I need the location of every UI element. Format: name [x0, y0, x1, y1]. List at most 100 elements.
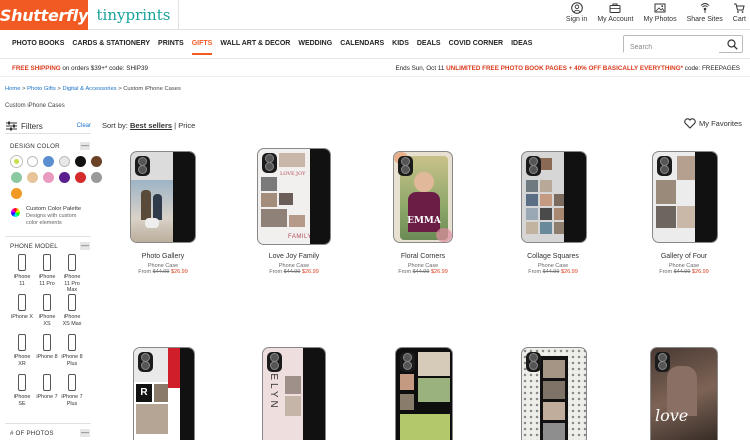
phone-model-option[interactable]: iPhone 7 Plus — [61, 374, 83, 407]
search-input[interactable] — [624, 39, 719, 56]
collage-square — [526, 208, 538, 220]
phone-model-option[interactable]: iPhone XR — [11, 334, 33, 367]
phone-model-collapse-toggle[interactable]: — — [80, 242, 90, 250]
nav-item-cards-stationery[interactable]: CARDS & STATIONERY — [72, 40, 150, 55]
collage-photo — [136, 404, 168, 434]
photo-book-promo[interactable]: Ends Sun, Oct 11 UNLIMITED FREE PHOTO BO… — [395, 65, 740, 72]
sort-best-sellers[interactable]: Best sellers — [130, 121, 172, 130]
share-icon — [700, 3, 709, 13]
nav-item-gifts[interactable]: GIFTS — [191, 40, 213, 55]
color-swatch[interactable] — [91, 156, 102, 167]
product-image[interactable] — [521, 347, 587, 440]
promo-bar: FREE SHIPPING on orders $39+* code: SHIP… — [0, 59, 750, 77]
phone-model-option[interactable]: iPhone 8 Plus — [61, 334, 83, 367]
breadcrumb-digital-accessories[interactable]: Digital & Accessories — [62, 86, 116, 92]
phone-model-option[interactable]: iPhone SE — [11, 374, 33, 407]
phone-model-option[interactable]: iPhone 8 — [36, 334, 58, 361]
filmstrip-photo — [418, 352, 450, 376]
phone-model-label: iPhone 11 Pro Max — [63, 274, 81, 293]
cart-icon — [734, 3, 746, 13]
page-title: Custom iPhone Cases — [5, 103, 65, 109]
sale-price: $26.99 — [430, 269, 448, 275]
product-name[interactable]: Floral Corners — [373, 253, 473, 260]
product-image[interactable] — [652, 151, 718, 243]
collage-square — [540, 194, 552, 206]
nav-item-ideas[interactable]: IDEAS — [511, 40, 532, 55]
phone-model-label: iPhone XR — [13, 354, 31, 367]
filmstrip-photo — [543, 423, 565, 440]
color-swatch[interactable] — [75, 156, 86, 167]
portrait-photo — [408, 192, 440, 232]
color-swatch[interactable] — [75, 172, 86, 183]
price-prefix: From — [269, 269, 283, 275]
product-image[interactable]: EVELYN — [262, 347, 326, 440]
my-favorites-link[interactable]: My Favorites — [684, 118, 742, 129]
cart-link[interactable]: Cart — [733, 2, 746, 23]
nav-item-wedding[interactable]: WEDDING — [298, 40, 332, 55]
my-photos-link[interactable]: My Photos — [644, 2, 677, 23]
product-price: From $44.99 $26.99 — [503, 269, 603, 275]
phone-model-option[interactable]: iPhone XS — [36, 294, 58, 327]
tinyprints-logo[interactable]: tinyprints — [89, 0, 179, 30]
product-name[interactable]: Love Joy Family — [244, 253, 344, 260]
search-icon[interactable] — [727, 39, 738, 50]
breadcrumb-photo-gifts[interactable]: Photo Gifts — [27, 86, 56, 92]
nav-items: PHOTO BOOKS CARDS & STATIONERY PRINTS GIFTS… — [12, 40, 540, 55]
phone-model-option[interactable]: iPhone 11 Pro — [36, 254, 58, 287]
breadcrumb-home[interactable]: Home — [5, 86, 20, 92]
filmstrip-photo — [400, 394, 414, 410]
color-swatch[interactable] — [59, 156, 70, 167]
free-shipping-promo[interactable]: FREE SHIPPING on orders $39+* code: SHIP… — [12, 65, 148, 72]
camera-icon — [657, 156, 672, 176]
product-image[interactable] — [395, 347, 453, 440]
phone-model-option[interactable]: iPhone 7 — [36, 374, 58, 401]
phone-model-option[interactable]: iPhone 11 Pro Max — [61, 254, 83, 294]
color-swatch[interactable] — [27, 156, 38, 167]
case-text: LOVE — [280, 171, 295, 177]
color-swatch[interactable] — [43, 156, 54, 167]
sale-price: $26.99 — [560, 269, 578, 275]
shutterfly-logo[interactable]: Shutterfly — [0, 0, 88, 30]
heart-icon — [684, 118, 696, 129]
nav-item-calendars[interactable]: CALENDARS — [340, 40, 384, 55]
custom-palette-desc: Designs with custom color elements — [26, 213, 77, 226]
my-account-link[interactable]: My Account — [597, 2, 634, 23]
product-image[interactable]: R — [133, 347, 195, 440]
nav-item-covid-corner[interactable]: COVID CORNER — [449, 40, 503, 55]
product-image[interactable]: love — [650, 347, 718, 440]
number-of-photos-collapse-toggle[interactable]: — — [80, 429, 90, 437]
color-swatch[interactable] — [43, 172, 54, 183]
color-swatch[interactable] — [11, 156, 22, 167]
color-swatch[interactable] — [11, 172, 22, 183]
color-swatch[interactable] — [91, 172, 102, 183]
clear-filters-link[interactable]: Clear — [77, 123, 91, 129]
color-swatch[interactable] — [27, 172, 38, 183]
product-image[interactable]: LOVE JOY FAMILY — [257, 148, 331, 245]
main-nav: PHOTO BOOKS CARDS & STATIONERY PRINTS GIFTS… — [0, 31, 750, 59]
design-color-collapse-toggle[interactable]: — — [80, 142, 90, 150]
color-wheel-icon — [11, 208, 20, 217]
share-sites-link[interactable]: Share Sites — [687, 2, 723, 23]
nav-item-kids[interactable]: KIDS — [392, 40, 409, 55]
nav-item-deals[interactable]: DEALS — [417, 40, 441, 55]
product-image[interactable]: EMMA — [393, 151, 453, 243]
sign-in-link[interactable]: Sign in — [566, 2, 587, 23]
color-swatch[interactable] — [59, 172, 70, 183]
user-icon — [570, 2, 583, 14]
camera-icon — [398, 156, 413, 176]
product-name[interactable]: Collage Squares — [503, 253, 603, 260]
sort-price[interactable]: Price — [178, 121, 195, 130]
nav-item-photo-books[interactable]: PHOTO BOOKS — [12, 40, 64, 55]
breadcrumb-separator: > — [118, 86, 122, 92]
product-image[interactable] — [521, 151, 587, 243]
product-name[interactable]: Photo Gallery — [113, 253, 213, 260]
phone-model-option[interactable]: iPhone 11 — [11, 254, 33, 287]
phone-model-option[interactable]: iPhone XS Max — [61, 294, 83, 327]
product-name[interactable]: Gallery of Four — [634, 253, 734, 260]
nav-item-wall-art-decor[interactable]: WALL ART & DECOR — [220, 40, 290, 55]
color-swatch[interactable] — [11, 188, 22, 199]
share-sites-label: Share Sites — [686, 16, 723, 23]
product-image[interactable] — [130, 151, 196, 243]
phone-model-option[interactable]: iPhone X — [11, 294, 33, 321]
nav-item-prints[interactable]: PRINTS — [158, 40, 184, 55]
